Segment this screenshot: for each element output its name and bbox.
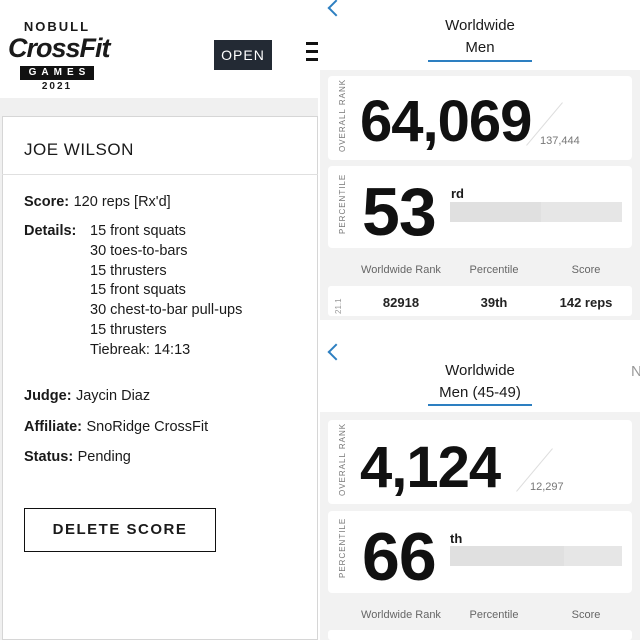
judge-row: Judge: Jaycin Diaz bbox=[24, 387, 150, 405]
details-item: 15 thrusters bbox=[90, 262, 167, 279]
logo-year-text: 2021 bbox=[41, 81, 73, 92]
details-item: 30 chest-to-bar pull-ups bbox=[90, 302, 243, 319]
event-score: 142 reps bbox=[559, 295, 613, 310]
overall-rank-value: 4,124 bbox=[360, 435, 501, 500]
status-row: Status: Pending bbox=[24, 448, 131, 466]
tab-title-line2: Men (45-49) bbox=[439, 384, 521, 401]
logo-nobull-text: NOBULL bbox=[23, 19, 91, 34]
percentile-suffix: rd bbox=[451, 186, 464, 201]
details-item: 15 front squats bbox=[90, 223, 186, 239]
percentile-label: PERCENTILE bbox=[338, 173, 347, 234]
col-percentile: Percentile bbox=[469, 264, 519, 276]
overall-rank-total: 137,444 bbox=[540, 135, 580, 147]
crossfit-games-logo[interactable]: NOBULL CrossFit GAMES 2021 bbox=[8, 19, 111, 93]
active-tab-underline bbox=[428, 60, 532, 62]
score-value: 120 reps [Rx'd] bbox=[73, 194, 171, 210]
status-value: Pending bbox=[77, 449, 131, 465]
delete-score-button[interactable]: DELETE SCORE bbox=[24, 508, 216, 552]
details-item: 15 front squats bbox=[90, 282, 186, 299]
col-worldwide-rank: Worldwide Rank bbox=[361, 609, 441, 621]
score-detail-panel: NOBULL CrossFit GAMES 2021 OPEN JOE WILS… bbox=[0, 0, 318, 640]
details-label: Details: bbox=[24, 223, 77, 239]
percentile-bar bbox=[450, 202, 622, 222]
percentile-bar-fill bbox=[450, 546, 564, 566]
percentile-label: PERCENTILE bbox=[338, 517, 347, 578]
logo-games-text: GAMES bbox=[19, 66, 95, 80]
affiliate-row: Affiliate: SnoRidge CrossFit bbox=[24, 418, 208, 436]
active-tab-underline bbox=[428, 404, 532, 406]
overall-rank-value: 64,069 bbox=[360, 89, 532, 154]
details-tiebreak: Tiebreak: 14:13 bbox=[90, 341, 191, 358]
details-label-row: Details: bbox=[24, 222, 76, 240]
affiliate-label: Affiliate: bbox=[24, 419, 82, 435]
col-score: Score bbox=[571, 609, 601, 621]
col-worldwide-rank: Worldwide Rank bbox=[361, 264, 441, 276]
tab-title-line2: Men bbox=[465, 39, 495, 56]
overall-rank-label: OVERALL RANK bbox=[338, 78, 347, 152]
open-button[interactable]: OPEN bbox=[214, 40, 272, 70]
judge-value: Jaycin Diaz bbox=[75, 388, 151, 404]
event-row[interactable] bbox=[328, 630, 632, 640]
athlete-name: JOE WILSON bbox=[24, 140, 134, 159]
percentile-bar-fill bbox=[450, 202, 542, 222]
tab-worldwide-men-45-49[interactable]: Worldwide Men (45-49) bbox=[420, 360, 540, 404]
overall-rank-label: OVERALL RANK bbox=[338, 422, 347, 496]
percentile-bar bbox=[450, 546, 622, 566]
percentile-value: 53 bbox=[362, 174, 437, 250]
event-percentile: 39th bbox=[480, 295, 508, 310]
details-list: 15 front squats 30 toes-to-bars 15 thrus… bbox=[90, 222, 242, 361]
details-item: 15 thrusters bbox=[90, 321, 167, 338]
affiliate-value: SnoRidge CrossFit bbox=[86, 419, 209, 435]
ranking-panel: Worldwide Men OVERALL RANK 64,069 137,44… bbox=[320, 0, 640, 640]
menu-icon[interactable] bbox=[306, 40, 318, 64]
logo-crossfit-text: CrossFit bbox=[8, 33, 111, 63]
status-label: Status: bbox=[24, 449, 74, 465]
percentile-suffix: th bbox=[450, 531, 463, 546]
event-worldwide-rank: 82918 bbox=[382, 295, 420, 310]
divider bbox=[2, 174, 318, 175]
tab-worldwide-men[interactable]: Worldwide Men bbox=[420, 15, 540, 59]
col-percentile: Percentile bbox=[469, 609, 519, 621]
overall-rank-total: 12,297 bbox=[530, 481, 564, 493]
next-tab-peek[interactable]: N bbox=[631, 361, 640, 383]
judge-label: Judge: bbox=[24, 388, 72, 404]
percentile-value: 66 bbox=[362, 519, 437, 595]
score-label: Score: bbox=[24, 194, 70, 210]
col-score: Score bbox=[571, 264, 601, 276]
event-label: 21.1 bbox=[334, 298, 343, 314]
tab-title-line1: Worldwide bbox=[445, 362, 515, 379]
details-item: 30 toes-to-bars bbox=[90, 242, 188, 259]
tab-title-line1: Worldwide bbox=[445, 17, 515, 34]
score-row: Score: 120 reps [Rx'd] bbox=[24, 193, 171, 211]
